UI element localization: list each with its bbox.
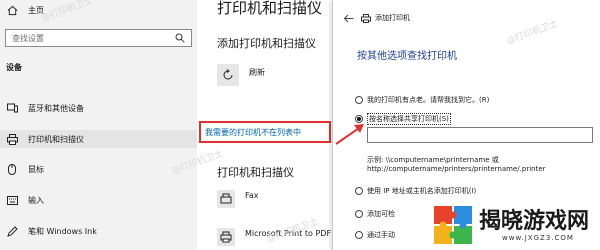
option-manual[interactable]: 通过手动 [355,230,395,240]
highlight-box: 我需要的打印机不在列表中 [199,121,331,143]
radio-button[interactable] [355,96,363,104]
puzzle-logo-icon [434,206,472,244]
search-placeholder: 查找设置 [12,33,44,43]
example-text-line1: 示例: \\computername\printername 或 [367,156,499,164]
sidebar-item-mouse[interactable]: 鼠标 [0,160,197,178]
dialog-header: 添加打印机 [343,13,410,23]
example-text-line2: http://computername/printers/printername… [367,165,546,173]
settings-sidebar: 主页 查找设置 设备 蓝牙和其他设备 打印机和扫描仪 鼠标 输入 笔和 Wind… [0,0,197,250]
printer-icon [217,228,235,246]
sidebar-home[interactable]: 主页 [6,2,44,18]
option-ip-address[interactable]: 使用 IP 地址或主机名添加打印机(I) [355,186,476,196]
printer-name: Fax [245,191,259,200]
radio-button[interactable] [355,210,363,218]
brand-watermark: 揭晓游戏网 www.JXGZ3.COM [432,200,600,250]
shared-printer-name-input[interactable] [367,127,593,143]
sidebar-item-bluetooth[interactable]: 蓝牙和其他设备 [0,99,197,117]
page-title: 打印机和扫描仪 [217,0,323,17]
printer-icon [361,13,371,23]
sidebar-item-pen[interactable]: 笔和 Windows Ink [0,222,197,240]
radio-button[interactable] [355,187,363,195]
refresh-button[interactable] [217,64,239,86]
option-label: 添加可检 [367,210,395,218]
option-label: 使用 IP 地址或主机名添加打印机(I) [367,187,477,195]
option-label: 我的打印机有点老。请帮我找到它。(R) [367,96,490,104]
refresh-icon [222,66,234,85]
refresh-label[interactable]: 刷新 [249,67,265,78]
fax-icon [217,190,235,208]
back-arrow-icon[interactable] [343,13,355,23]
sidebar-item-label: 笔和 Windows Ink [28,226,97,236]
option-discoverable[interactable]: 添加可检 [355,209,395,219]
sidebar-item-label: 鼠标 [28,164,44,174]
annotation-arrow-icon [335,124,364,145]
printers-section-title: 打印机和扫描仪 [217,166,294,179]
sidebar-item-printers[interactable]: 打印机和扫描仪 [0,130,197,148]
home-icon [6,4,18,16]
sidebar-item-label: 输入 [28,195,44,205]
keyboard-icon [6,194,18,206]
pen-icon [6,225,18,237]
mouse-icon [6,163,18,175]
search-icon[interactable] [175,33,185,43]
printer-icon [6,133,18,145]
add-printers-subtitle: 添加打印机和扫描仪 [217,37,316,50]
dialog-title: 添加打印机 [375,14,410,22]
bluetooth-devices-icon [6,102,18,114]
printers-page: 打印机和扫描仪 添加打印机和扫描仪 刷新 我需要的打印机不在列表中 打印机和扫描… [197,0,337,250]
brand-site: www.JXGZ3.COM [502,234,574,242]
brand-name: 揭晓游戏网 [479,209,590,234]
option-old-printer[interactable]: 我的打印机有点老。请帮我找到它。(R) [355,95,489,105]
option-label: 通过手动 [367,231,395,239]
sidebar-item-label: 蓝牙和其他设备 [28,103,84,113]
sidebar-item-label: 打印机和扫描仪 [28,134,84,144]
sidebar-item-typing[interactable]: 输入 [0,191,197,209]
settings-search-input[interactable]: 查找设置 [5,29,192,47]
sidebar-section-title: 设备 [6,63,22,72]
printer-not-listed-link[interactable]: 我需要的打印机不在列表中 [205,127,301,138]
dialog-heading: 按其他选项查找打印机 [357,51,457,62]
radio-button[interactable] [355,231,363,239]
printer-item[interactable]: Fax [217,190,259,208]
option-label: 按名称选择共享打印机(S) [367,113,451,125]
